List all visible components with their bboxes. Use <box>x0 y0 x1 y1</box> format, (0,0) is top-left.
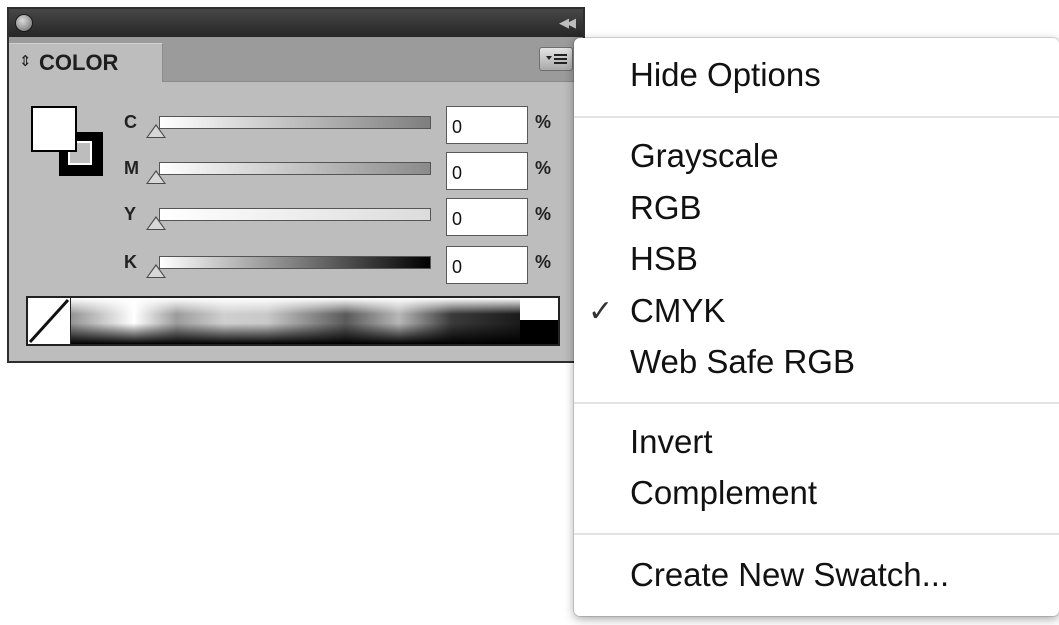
menu-item-web-safe-rgb[interactable]: Web Safe RGB <box>630 343 855 381</box>
tab-color-label: COLOR <box>39 50 119 75</box>
percent-label: % <box>535 112 552 132</box>
menu-item-rgb[interactable]: RGB <box>630 189 702 227</box>
tab-color[interactable]: ⇕ COLOR <box>9 43 163 82</box>
panel-titlebar[interactable]: ◀◀ <box>9 9 583 37</box>
close-circle-icon[interactable] <box>16 15 32 31</box>
channel-slider-track[interactable] <box>159 162 431 175</box>
percent-label: % <box>535 158 552 178</box>
menu-item-cmyk[interactable]: CMYK <box>630 292 725 330</box>
channel-label: C <box>124 112 137 132</box>
menu-separator <box>574 402 1059 404</box>
menu-item-complement[interactable]: Complement <box>630 474 817 512</box>
channel-slider-track[interactable] <box>159 256 431 269</box>
channel-label: Y <box>124 204 137 224</box>
slider-thumb-icon[interactable] <box>146 170 166 184</box>
slider-thumb-icon[interactable] <box>146 264 166 278</box>
percent-label: % <box>535 252 552 272</box>
menu-item-create-new-swatch[interactable]: Create New Swatch... <box>630 556 949 594</box>
checkmark-icon: ✓ <box>588 295 614 328</box>
channel-label: K <box>124 252 137 272</box>
channel-row-m: M % <box>9 152 587 192</box>
none-swatch-icon[interactable] <box>28 298 71 344</box>
white-black-swatch[interactable] <box>520 298 558 344</box>
double-chevron-left-icon[interactable]: ◀◀ <box>559 15 576 31</box>
channel-value-field[interactable] <box>446 246 528 284</box>
menu-item-hide-options[interactable]: Hide Options <box>630 56 821 94</box>
menu-item-invert[interactable]: Invert <box>630 423 713 461</box>
channel-value-field[interactable] <box>446 152 528 190</box>
percent-label: % <box>535 204 552 224</box>
menu-item-hsb[interactable]: HSB <box>630 240 698 278</box>
channel-value-field[interactable] <box>446 198 528 236</box>
up-down-arrows-icon[interactable]: ⇕ <box>19 52 32 70</box>
panel-tab-row: ⇕ COLOR <box>9 37 583 82</box>
menu-separator <box>574 116 1059 118</box>
channel-slider-track[interactable] <box>159 208 431 221</box>
color-panel: ◀◀ ⇕ COLOR C % M % <box>7 7 585 363</box>
panel-menu-icon <box>546 54 567 64</box>
channel-value-field[interactable] <box>446 106 528 144</box>
slider-thumb-icon[interactable] <box>146 216 166 230</box>
menu-separator <box>574 533 1059 535</box>
menu-item-grayscale[interactable]: Grayscale <box>630 137 779 175</box>
channel-row-k: K % <box>9 246 587 286</box>
channel-slider-track[interactable] <box>159 116 431 129</box>
color-spectrum-bar[interactable] <box>26 296 560 346</box>
channel-row-c: C % <box>9 106 587 146</box>
channel-row-y: Y % <box>9 198 587 238</box>
slash-icon <box>28 298 70 344</box>
slider-thumb-icon[interactable] <box>146 124 166 138</box>
panel-flyout-menu: Hide Options Grayscale RGB HSB ✓ CMYK We… <box>574 38 1059 616</box>
channel-label: M <box>124 158 139 178</box>
panel-menu-button[interactable] <box>539 47 573 71</box>
